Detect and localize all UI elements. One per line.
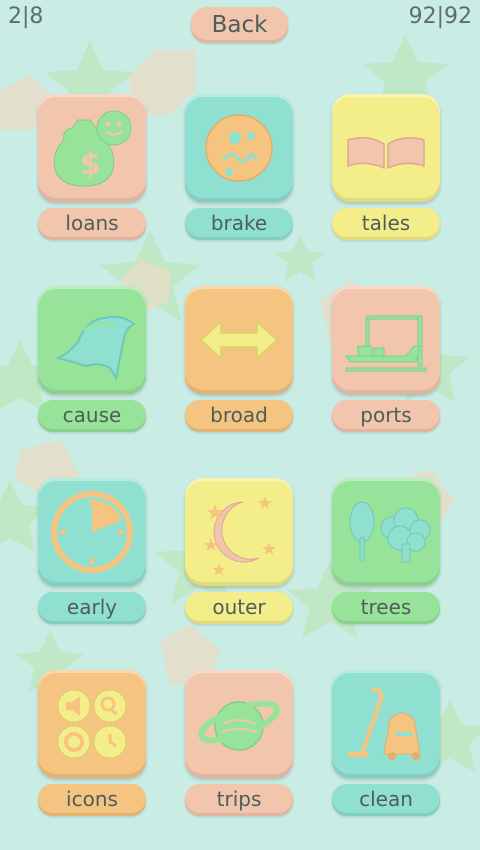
tile-trees[interactable] — [332, 478, 440, 586]
tile-brake[interactable] — [185, 94, 293, 202]
tile-outer[interactable] — [185, 478, 293, 586]
tile-broad[interactable] — [185, 286, 293, 394]
app-icons-grid-icon — [57, 689, 127, 759]
label-early[interactable]: early — [38, 592, 146, 624]
label-cause[interactable]: cause — [38, 400, 146, 432]
tile-icons[interactable] — [38, 670, 146, 778]
label-tales[interactable]: tales — [332, 208, 440, 240]
score-counter: 92|92 — [408, 4, 472, 29]
label-icons[interactable]: icons — [38, 784, 146, 816]
clock-icon — [51, 491, 133, 573]
svg-text:$: $ — [80, 147, 101, 182]
trees-icon — [349, 501, 431, 563]
level-progress: 2|8 — [8, 4, 44, 29]
label-outer[interactable]: outer — [185, 592, 293, 624]
tile-cause[interactable] — [38, 286, 146, 394]
tile-clean[interactable] — [332, 670, 440, 778]
ship-crane-icon — [345, 315, 427, 372]
label-broad[interactable]: broad — [185, 400, 293, 432]
saturn-planet-icon — [198, 700, 280, 751]
label-trees[interactable]: trees — [332, 592, 440, 624]
label-clean[interactable]: clean — [332, 784, 440, 816]
tile-tales[interactable] — [332, 94, 440, 202]
double-arrow-icon — [199, 320, 279, 360]
back-button[interactable]: Back — [191, 7, 288, 43]
tile-ports[interactable] — [332, 286, 440, 394]
vacuum-cleaner-icon — [348, 687, 421, 760]
moon-stars-icon — [204, 496, 276, 575]
open-book-icon — [347, 137, 425, 170]
label-brake[interactable]: brake — [185, 208, 293, 240]
flying-cape-icon — [54, 315, 136, 381]
tile-trips[interactable] — [185, 670, 293, 778]
money-bag-smiley-icon: $ — [53, 110, 132, 187]
label-ports[interactable]: ports — [332, 400, 440, 432]
label-trips[interactable]: trips — [185, 784, 293, 816]
broken-face-icon — [205, 114, 273, 182]
tile-early[interactable] — [38, 478, 146, 586]
label-loans[interactable]: loans — [38, 208, 146, 240]
tile-loans[interactable]: $ — [38, 94, 146, 202]
